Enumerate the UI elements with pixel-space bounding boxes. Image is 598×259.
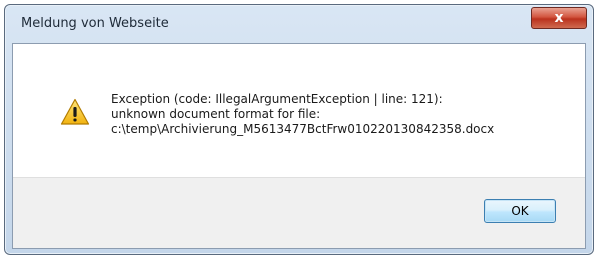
title-bar[interactable]: Meldung von Webseite x	[5, 5, 593, 43]
ok-button[interactable]: OK	[484, 199, 556, 223]
message-line: Exception (code: IllegalArgumentExceptio…	[111, 92, 443, 106]
message-area: Exception (code: IllegalArgumentExceptio…	[13, 44, 585, 180]
message-dialog: Meldung von Webseite x Exception (code: …	[4, 4, 594, 255]
message-line: unknown document format for file:	[111, 107, 321, 121]
window-title: Meldung von Webseite	[21, 16, 169, 31]
close-button[interactable]: x	[531, 7, 587, 29]
message-line: c:\temp\Archivierung_M5613477BctFrw01022…	[111, 122, 495, 136]
error-message: Exception (code: IllegalArgumentExceptio…	[111, 92, 494, 137]
warning-icon	[60, 98, 90, 125]
dialog-body: Exception (code: IllegalArgumentExceptio…	[12, 43, 586, 249]
close-icon: x	[554, 10, 564, 26]
button-bar: OK	[13, 177, 585, 248]
